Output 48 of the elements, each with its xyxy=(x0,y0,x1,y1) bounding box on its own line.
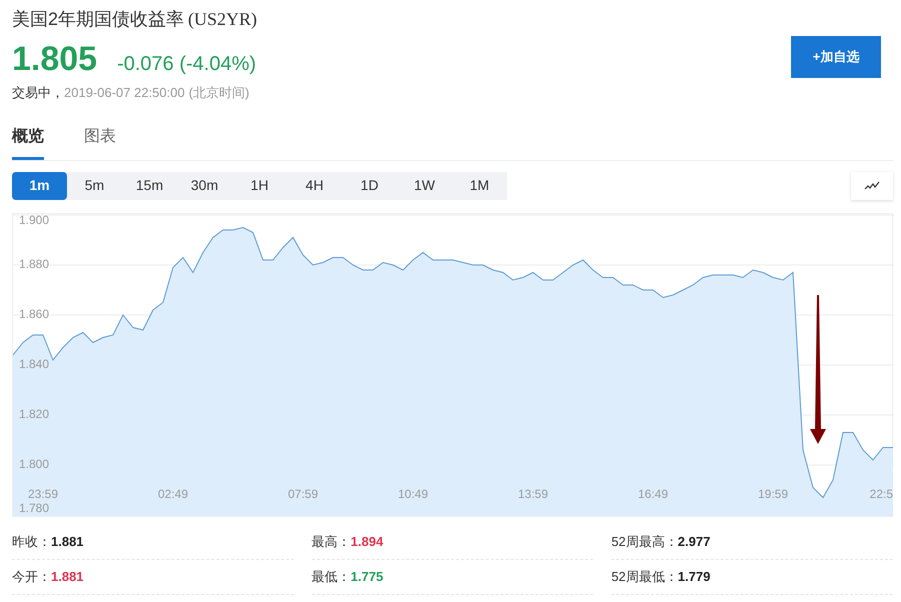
x-axis-label: 23:59 xyxy=(28,486,58,501)
x-axis-label: 13:59 xyxy=(518,486,548,501)
y-axis-label: 1.800 xyxy=(19,456,50,471)
x-axis-label: 19:59 xyxy=(758,486,788,501)
period-tab[interactable]: 30m xyxy=(177,172,232,200)
stat-label: 52周最低： xyxy=(611,568,678,586)
tab[interactable]: 概览 xyxy=(12,124,44,160)
period-tab[interactable]: 1W xyxy=(397,172,452,200)
price: 1.805 xyxy=(12,39,98,79)
y-axis-label: 1.820 xyxy=(19,406,50,421)
y-axis-label: 1.900 xyxy=(19,214,50,227)
stat-value: 1.775 xyxy=(350,568,384,586)
stat-value: 1.881 xyxy=(51,568,84,586)
x-axis-label: 16:49 xyxy=(638,486,668,501)
timezone: (北京时间) xyxy=(188,84,250,102)
period-tab[interactable]: 1M xyxy=(452,172,507,200)
line-chart-icon xyxy=(864,180,880,190)
stat-value: 1.894 xyxy=(350,532,384,551)
period-tab[interactable]: 5m xyxy=(67,172,122,200)
y-axis-label: 1.860 xyxy=(19,306,50,321)
y-axis-label: 1.840 xyxy=(19,356,50,371)
stat-value: 2.977 xyxy=(678,532,710,551)
stat-label: 今开： xyxy=(12,568,51,586)
tab[interactable]: 图表 xyxy=(84,124,116,160)
period-tab[interactable]: 15m xyxy=(122,172,177,200)
stat-value: 1.779 xyxy=(678,568,710,586)
y-axis-label: 1.780 xyxy=(19,500,50,515)
x-axis-label: 22:5 xyxy=(870,486,893,501)
stat-label: 昨收： xyxy=(12,532,51,551)
ticker-code: (US2YR) xyxy=(188,8,258,31)
stat-label: 最高： xyxy=(312,532,351,551)
add-watchlist-button[interactable]: +加自选 xyxy=(791,36,881,78)
period-tab[interactable]: 1H xyxy=(232,172,287,200)
period-tab[interactable]: 1D xyxy=(342,172,397,200)
timestamp: 2019-06-07 22:50:00 xyxy=(64,84,185,102)
stat-value: 1.881 xyxy=(51,532,84,551)
x-axis-label: 07:59 xyxy=(288,486,318,501)
chart-type-button[interactable] xyxy=(851,172,893,200)
y-axis-label: 1.880 xyxy=(19,256,50,271)
period-tab[interactable]: 4H xyxy=(287,172,342,200)
x-axis-label: 02:49 xyxy=(158,486,188,501)
stat-label: 52周最高： xyxy=(611,532,678,551)
period-tab[interactable]: 1m xyxy=(12,172,67,200)
trading-status: 交易中， xyxy=(12,84,64,102)
price-change: -0.076 (-4.04%) xyxy=(117,52,256,77)
x-axis-label: 10:49 xyxy=(398,486,428,501)
stat-label: 最低： xyxy=(312,568,351,586)
page-title: 美国2年期国债收益率 xyxy=(12,8,184,31)
